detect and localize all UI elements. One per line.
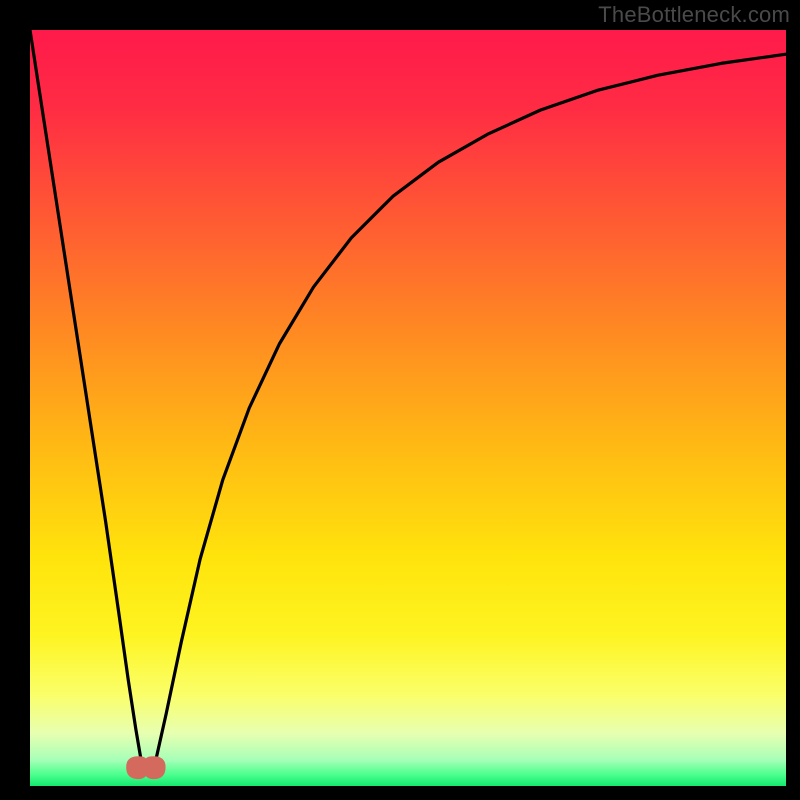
chart-frame: TheBottleneck.com (0, 0, 800, 800)
watermark-text: TheBottleneck.com (598, 2, 790, 28)
plot-area (30, 30, 786, 786)
minimum-marker (127, 757, 164, 778)
gradient-background (30, 30, 786, 786)
plot-svg (30, 30, 786, 786)
